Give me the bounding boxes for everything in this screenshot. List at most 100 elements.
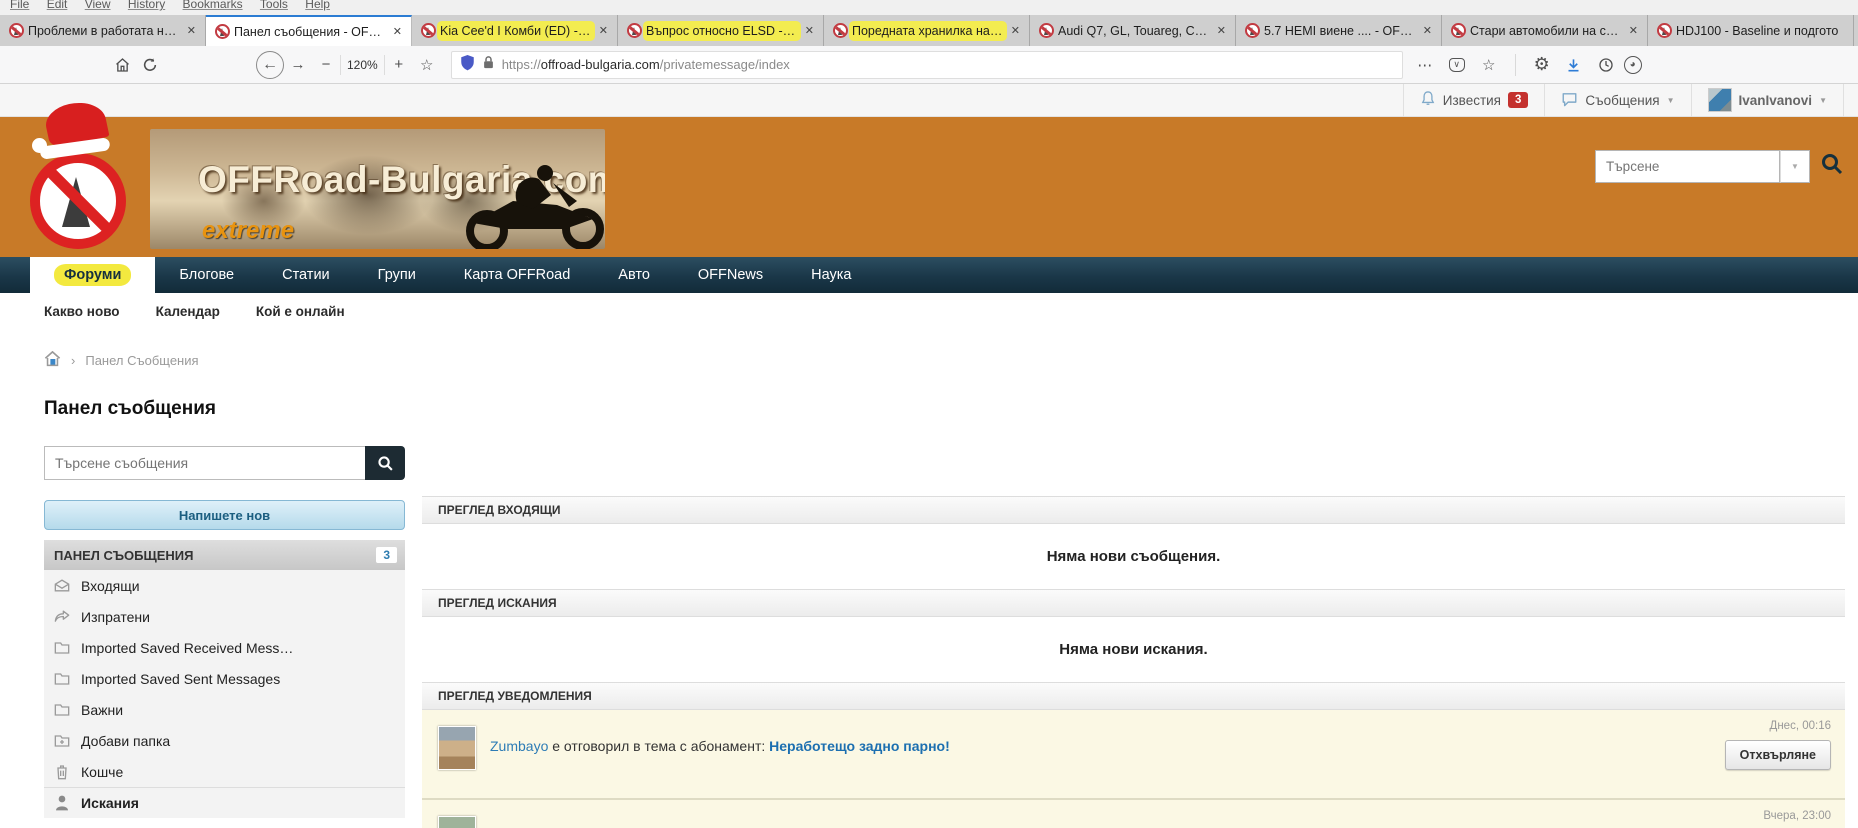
tab-close-icon[interactable]: ✕: [596, 23, 611, 38]
search-icon[interactable]: [1820, 152, 1844, 181]
tab-close-icon[interactable]: ✕: [802, 23, 817, 38]
tab-close-icon[interactable]: ✕: [184, 23, 199, 38]
bookmark-page-star-icon[interactable]: ☆: [1475, 51, 1503, 79]
url-bar[interactable]: https://offroad-bulgaria.com/privatemess…: [450, 50, 1403, 79]
trash-icon: [57, 764, 67, 779]
panel-header-label: ПАНЕЛ СЪОБЩЕНИЯ: [54, 547, 194, 563]
sidebar-item-sent[interactable]: Изпратени: [44, 601, 405, 632]
subnav-calendar[interactable]: Календар: [156, 304, 220, 319]
nav-item-blogs[interactable]: Блогове: [155, 257, 258, 293]
site-logo[interactable]: OFFRoad-Bulgaria.com extreme: [30, 97, 605, 249]
tracking-shield-icon[interactable]: [460, 54, 475, 76]
menu-file[interactable]: File: [10, 0, 29, 11]
sidebar-item-imported-received[interactable]: Imported Saved Received Mess…: [44, 632, 405, 663]
page-actions-icon[interactable]: ⋯: [1411, 51, 1439, 79]
menu-edit[interactable]: Edit: [47, 0, 68, 11]
messages-menu[interactable]: Съобщения ▼: [1544, 83, 1690, 117]
dismiss-button[interactable]: Отхвърляне: [1724, 740, 1831, 770]
compose-new-button[interactable]: Напишете нов: [44, 500, 405, 530]
menu-tools[interactable]: Tools: [260, 0, 288, 11]
nav-item-map[interactable]: Карта OFFRoad: [440, 257, 594, 293]
notifications-menu[interactable]: Известия 3: [1402, 83, 1545, 117]
nav-item-auto[interactable]: Авто: [594, 257, 674, 293]
home-icon[interactable]: [108, 51, 136, 79]
logo-banner-photo: OFFRoad-Bulgaria.com extreme: [150, 129, 605, 249]
subnav-whos-online[interactable]: Кой е онлайн: [256, 304, 345, 319]
tab-close-icon[interactable]: ✕: [1420, 23, 1435, 38]
sent-share-icon: [54, 610, 70, 622]
tab-close-icon[interactable]: ✕: [1214, 23, 1229, 38]
site-favicon-icon: [9, 23, 24, 38]
zoom-level-indicator[interactable]: 120%: [340, 54, 385, 75]
site-header: OFFRoad-Bulgaria.com extreme ▼: [0, 97, 1858, 257]
back-icon[interactable]: ←: [256, 50, 284, 79]
breadcrumb-home-icon[interactable]: [44, 350, 61, 370]
tab-title: 5.7 HEMI виене .... - OFFRoa: [1264, 23, 1416, 38]
subnav-whats-new[interactable]: Какво ново: [44, 304, 120, 319]
browser-tab-9[interactable]: HDJ100 - Baseline и подгото: [1648, 15, 1854, 46]
tab-close-icon[interactable]: ✕: [1008, 23, 1023, 38]
browser-tab-2-active[interactable]: Панел съобщения - OFFRo ✕: [206, 15, 412, 46]
bookmark-star-icon[interactable]: ☆: [413, 51, 441, 79]
site-subtitle: extreme: [202, 217, 295, 244]
account-icon[interactable]: ◕: [1623, 55, 1642, 74]
breadcrumb-separator: ›: [71, 353, 76, 368]
user-avatar: [1707, 88, 1732, 112]
browser-tab-6[interactable]: Audi Q7, GL, Touareg, Cayen ✕: [1030, 15, 1236, 46]
browser-tab-3[interactable]: Kia Cee'd I Комби (ED) - въ ✕: [412, 15, 618, 46]
message-search-input[interactable]: [44, 446, 365, 480]
nav-item-groups[interactable]: Групи: [354, 257, 440, 293]
nav-item-forums[interactable]: Форуми: [30, 257, 156, 293]
folder-plus-icon: [54, 734, 70, 747]
forward-icon[interactable]: →: [284, 51, 312, 79]
notification-timestamp: Вчера, 23:00: [1763, 810, 1831, 822]
message-search-button[interactable]: [365, 446, 405, 480]
section-header-notifications: ПРЕГЛЕД УВЕДОМЛЕНИЯ: [422, 682, 1845, 710]
header-search-input[interactable]: [1595, 150, 1780, 183]
header-search: ▼: [1595, 150, 1844, 183]
notification-timestamp: Днес, 00:16: [1769, 720, 1831, 732]
nav-item-science[interactable]: Наука: [787, 257, 875, 293]
notification-user-link[interactable]: Zumbayo: [490, 738, 548, 754]
sidebar-item-add-folder[interactable]: Добави папка: [44, 725, 405, 756]
refresh-icon[interactable]: [136, 51, 164, 79]
messages-label: Съобщения: [1585, 92, 1660, 108]
toolbar-divider: [1514, 53, 1516, 76]
notification-action-text: е отговорил в тема с абонамент:: [552, 738, 766, 754]
nav-item-articles[interactable]: Статии: [258, 257, 354, 293]
speech-bubble-icon: [1561, 91, 1578, 110]
notifications-label: Известия: [1442, 92, 1501, 108]
downloads-icon[interactable]: [1560, 51, 1588, 79]
sidebar-item-trash[interactable]: Кошче: [44, 756, 405, 787]
zoom-out-button[interactable]: −: [312, 51, 340, 79]
menu-help[interactable]: Help: [305, 0, 330, 11]
tab-close-icon[interactable]: ✕: [390, 24, 405, 39]
menu-view[interactable]: View: [85, 0, 111, 11]
nav-item-offnews[interactable]: OFFNews: [674, 257, 787, 293]
tab-title: HDJ100 - Baseline и подгото: [1676, 23, 1839, 38]
menu-history[interactable]: History: [128, 0, 165, 11]
site-favicon-icon: [1657, 23, 1672, 38]
tab-title-highlighted: Въпрос относно ELSD - OF: [646, 23, 798, 38]
zoom-in-button[interactable]: +: [385, 51, 413, 79]
browser-tab-1[interactable]: Проблеми в работата на ф ✕: [0, 15, 206, 46]
history-clock-icon[interactable]: [1592, 51, 1620, 79]
browser-menubar: File Edit View History Bookmarks Tools H…: [0, 0, 1858, 15]
search-scope-dropdown[interactable]: ▼: [1780, 150, 1810, 183]
menu-bookmarks[interactable]: Bookmarks: [183, 0, 243, 11]
user-menu[interactable]: IvanIvanovi ▼: [1690, 83, 1844, 117]
sidebar-item-important[interactable]: Важни: [44, 694, 405, 725]
notification-topic-link[interactable]: Неработещо задно парно!: [769, 738, 950, 754]
pocket-icon[interactable]: ∨: [1443, 51, 1471, 79]
browser-tab-4[interactable]: Въпрос относно ELSD - OF ✕: [618, 15, 824, 46]
avatar[interactable]: [438, 816, 476, 828]
browser-tab-7[interactable]: 5.7 HEMI виене .... - OFFRoa ✕: [1236, 15, 1442, 46]
tab-close-icon[interactable]: ✕: [1626, 23, 1641, 38]
sidebar-item-imported-sent[interactable]: Imported Saved Sent Messages: [44, 663, 405, 694]
sidebar-item-inbox[interactable]: Входящи: [44, 570, 405, 601]
avatar[interactable]: [438, 726, 476, 770]
browser-tab-5[interactable]: Поредната хранилка на KA ✕: [824, 15, 1030, 46]
browser-tab-8[interactable]: Стари автомобили на служ ✕: [1442, 15, 1648, 46]
sidebar-item-requests[interactable]: Искания: [44, 787, 405, 818]
settings-gear-icon[interactable]: ⚙: [1528, 51, 1556, 79]
